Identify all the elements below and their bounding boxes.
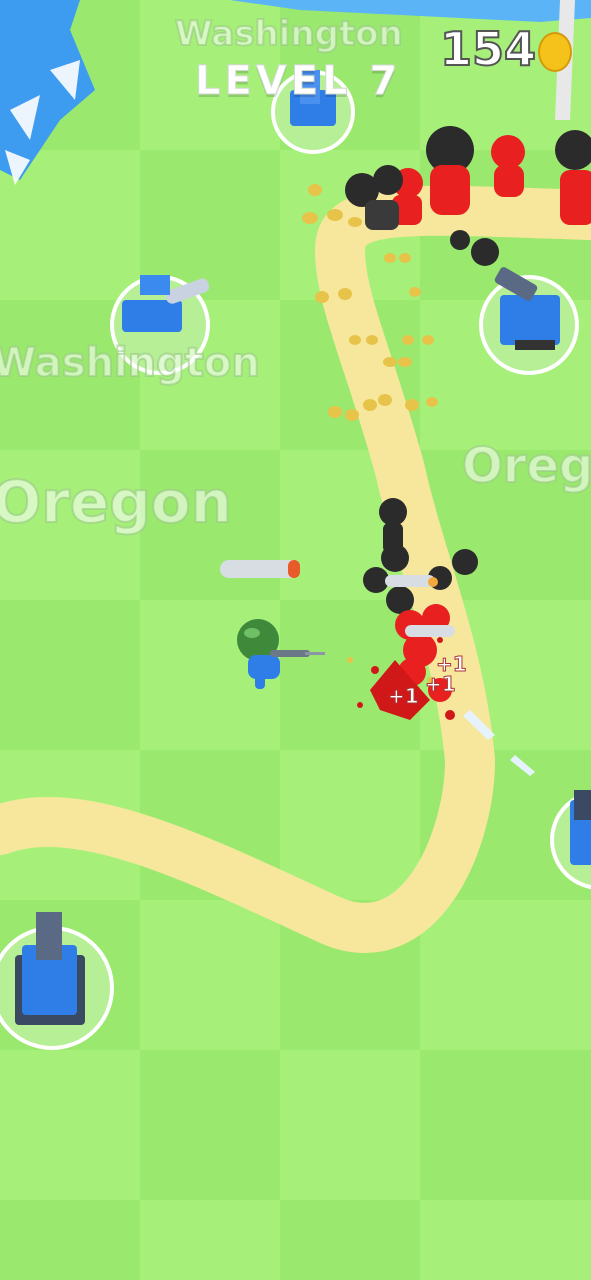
gold-coin-icon: [538, 32, 572, 72]
coin-counter: 154: [439, 21, 537, 77]
hit-text: +1: [388, 684, 420, 709]
state-label-oregon-right: Oreg: [461, 437, 591, 495]
state-label-washington-top: Washington: [174, 13, 404, 55]
state-label-oregon-left: Oregon: [0, 467, 233, 537]
level-indicator: LEVEL 7: [194, 58, 402, 105]
hit-text: +1: [436, 652, 468, 677]
state-label-washington-left: Washington: [0, 339, 261, 387]
game-scene[interactable]: [0, 0, 591, 1280]
